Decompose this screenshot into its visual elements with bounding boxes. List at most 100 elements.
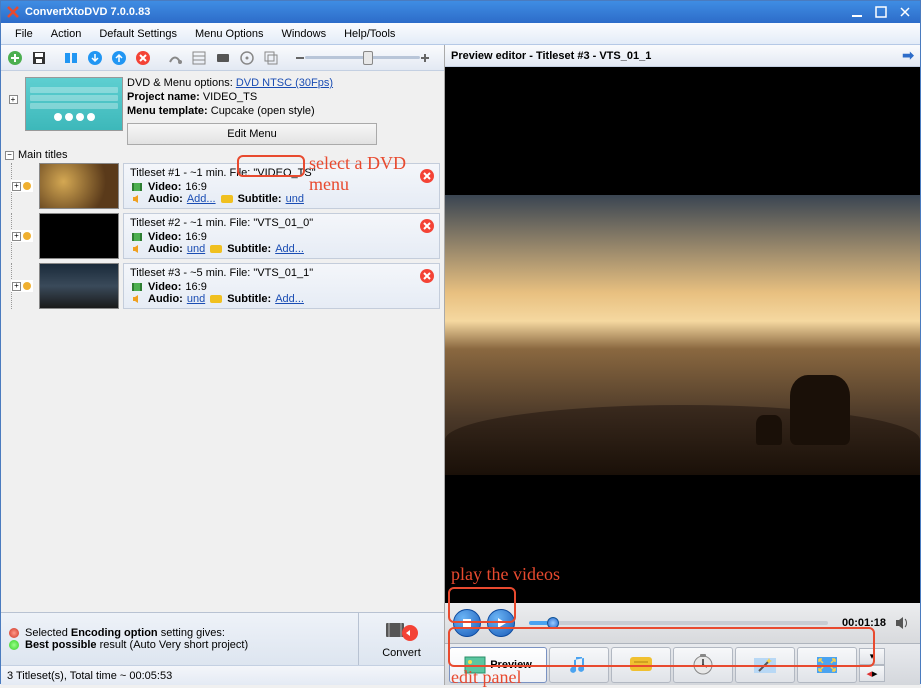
subtitle-label: Subtitle: (238, 193, 282, 205)
edit-tab-strip: Preview ▾ ◂▸ (445, 643, 920, 685)
menu-action[interactable]: Action (43, 26, 90, 42)
video-preview[interactable] (445, 67, 920, 603)
preview-title: Preview editor - Titleset #3 - VTS_01_1 (451, 50, 651, 62)
titleset-row: + Titleset #1 - ~1 min. File: "VIDEO_TS"… (5, 163, 440, 209)
tab-audio[interactable] (549, 647, 609, 683)
speaker-icon (130, 243, 144, 255)
titleset-thumbnail-1[interactable] (39, 163, 119, 209)
gear-icon[interactable] (22, 281, 32, 291)
menu-file[interactable]: File (7, 26, 41, 42)
video-value: 16:9 (185, 231, 206, 243)
seek-bar[interactable] (529, 621, 828, 625)
subtitle-icon (209, 293, 223, 305)
menu-menu-options[interactable]: Menu Options (187, 26, 271, 42)
chapters-button[interactable] (189, 48, 209, 68)
film-icon (130, 281, 144, 293)
detach-arrow-icon[interactable]: ➡ (902, 47, 914, 64)
gear-icon[interactable] (22, 181, 32, 191)
volume-icon[interactable] (892, 613, 912, 633)
edit-menu-button[interactable]: Edit Menu (127, 123, 377, 145)
tab-image-settings[interactable] (735, 647, 795, 683)
titleset-thumbnail-3[interactable] (39, 263, 119, 309)
audio-label: Audio: (148, 243, 183, 255)
video-value: 16:9 (185, 281, 206, 293)
menu-default-settings[interactable]: Default Settings (91, 26, 185, 42)
menu-windows[interactable]: Windows (273, 26, 334, 42)
titleset-header-2: Titleset #2 - ~1 min. File: "VTS_01_0" (130, 217, 433, 229)
subtitle-link-1[interactable]: und (286, 193, 304, 205)
settings-button[interactable] (165, 48, 185, 68)
subtitle-link-2[interactable]: Add... (275, 243, 304, 255)
disc-button[interactable] (237, 48, 257, 68)
tree-expand-title-2[interactable]: + (12, 232, 21, 241)
quality-slider[interactable] (285, 53, 440, 63)
speaker-icon (130, 293, 144, 305)
play-button[interactable] (487, 609, 515, 637)
options-link[interactable]: DVD NTSC (30Fps) (236, 77, 333, 89)
stop-button[interactable] (453, 609, 481, 637)
menubar: File Action Default Settings Menu Option… (1, 23, 920, 45)
titleset-thumbnail-2[interactable] (39, 213, 119, 259)
up-button[interactable] (109, 48, 129, 68)
add-button[interactable] (5, 48, 25, 68)
subtitle-link-3[interactable]: Add... (275, 293, 304, 305)
music-note-icon (568, 654, 590, 676)
titlebar[interactable]: ConvertXtoDVD 7.0.0.83 (1, 1, 920, 23)
project-name-value: VIDEO_TS (203, 91, 257, 103)
project-panel: + DVD & Menu options: DVD NTSC (30Fps) P… (1, 71, 444, 147)
maximize-button[interactable] (870, 3, 892, 21)
screen-button[interactable] (213, 48, 233, 68)
preview-tab-icon (464, 655, 486, 675)
convert-icon (384, 619, 420, 647)
gear-icon[interactable] (22, 231, 32, 241)
tree-collapse-main[interactable]: − (5, 151, 14, 160)
status-text: 3 Titleset(s), Total time ~ 00:05:53 (7, 670, 172, 682)
menu-help-tools[interactable]: Help/Tools (336, 26, 403, 42)
delete-titleset-3[interactable] (419, 268, 435, 284)
save-button[interactable] (29, 48, 49, 68)
close-button[interactable] (894, 3, 916, 21)
tab-subtitles[interactable] (611, 647, 671, 683)
video-value: 16:9 (185, 181, 206, 193)
subtitle-icon (220, 193, 234, 205)
tab-preview-label: Preview (490, 659, 532, 671)
tree-expand-project[interactable]: + (9, 95, 18, 104)
toolbar (1, 45, 444, 71)
delete-titleset-2[interactable] (419, 218, 435, 234)
quality-lights (9, 628, 19, 650)
project-name-label: Project name: (127, 91, 200, 103)
wand-icon (753, 655, 777, 675)
audio-link-2[interactable]: und (187, 243, 205, 255)
playback-controls: 00:01:18 (445, 603, 920, 643)
remove-button[interactable] (133, 48, 153, 68)
titleset-info-2: Titleset #2 - ~1 min. File: "VTS_01_0" V… (123, 213, 440, 259)
left-pane: + DVD & Menu options: DVD NTSC (30Fps) P… (1, 45, 445, 685)
convert-button[interactable]: Convert (358, 613, 444, 665)
tab-dropdown[interactable]: ▾ (859, 648, 885, 665)
merge-button[interactable] (61, 48, 81, 68)
audio-link-3[interactable]: und (187, 293, 205, 305)
tab-output[interactable] (797, 647, 857, 683)
delete-titleset-1[interactable] (419, 168, 435, 184)
film-icon (130, 231, 144, 243)
video-label: Video: (148, 231, 181, 243)
tab-preview[interactable]: Preview (449, 647, 547, 683)
minimize-button[interactable] (846, 3, 868, 21)
titleset-row: + Titleset #2 - ~1 min. File: "VTS_01_0"… (5, 213, 440, 259)
film-icon (130, 181, 144, 193)
subtitle-icon (209, 243, 223, 255)
tree-expand-title-3[interactable]: + (12, 282, 21, 291)
window-title: ConvertXtoDVD 7.0.0.83 (25, 6, 844, 18)
tab-scroll[interactable]: ◂▸ (859, 665, 885, 682)
encoding-info: Selected Encoding option setting gives: … (1, 613, 358, 665)
subtitle-tab-icon (629, 656, 653, 674)
audio-link-1[interactable]: Add... (187, 193, 216, 205)
titleset-row: + Titleset #3 - ~5 min. File: "VTS_01_1"… (5, 263, 440, 309)
down-button[interactable] (85, 48, 105, 68)
tab-chapters[interactable] (673, 647, 733, 683)
tree-expand-title-1[interactable]: + (12, 182, 21, 191)
batch-button[interactable] (261, 48, 281, 68)
statusbar: 3 Titleset(s), Total time ~ 00:05:53 (1, 665, 444, 685)
convert-label: Convert (382, 647, 421, 659)
menu-thumbnail[interactable] (25, 77, 123, 131)
